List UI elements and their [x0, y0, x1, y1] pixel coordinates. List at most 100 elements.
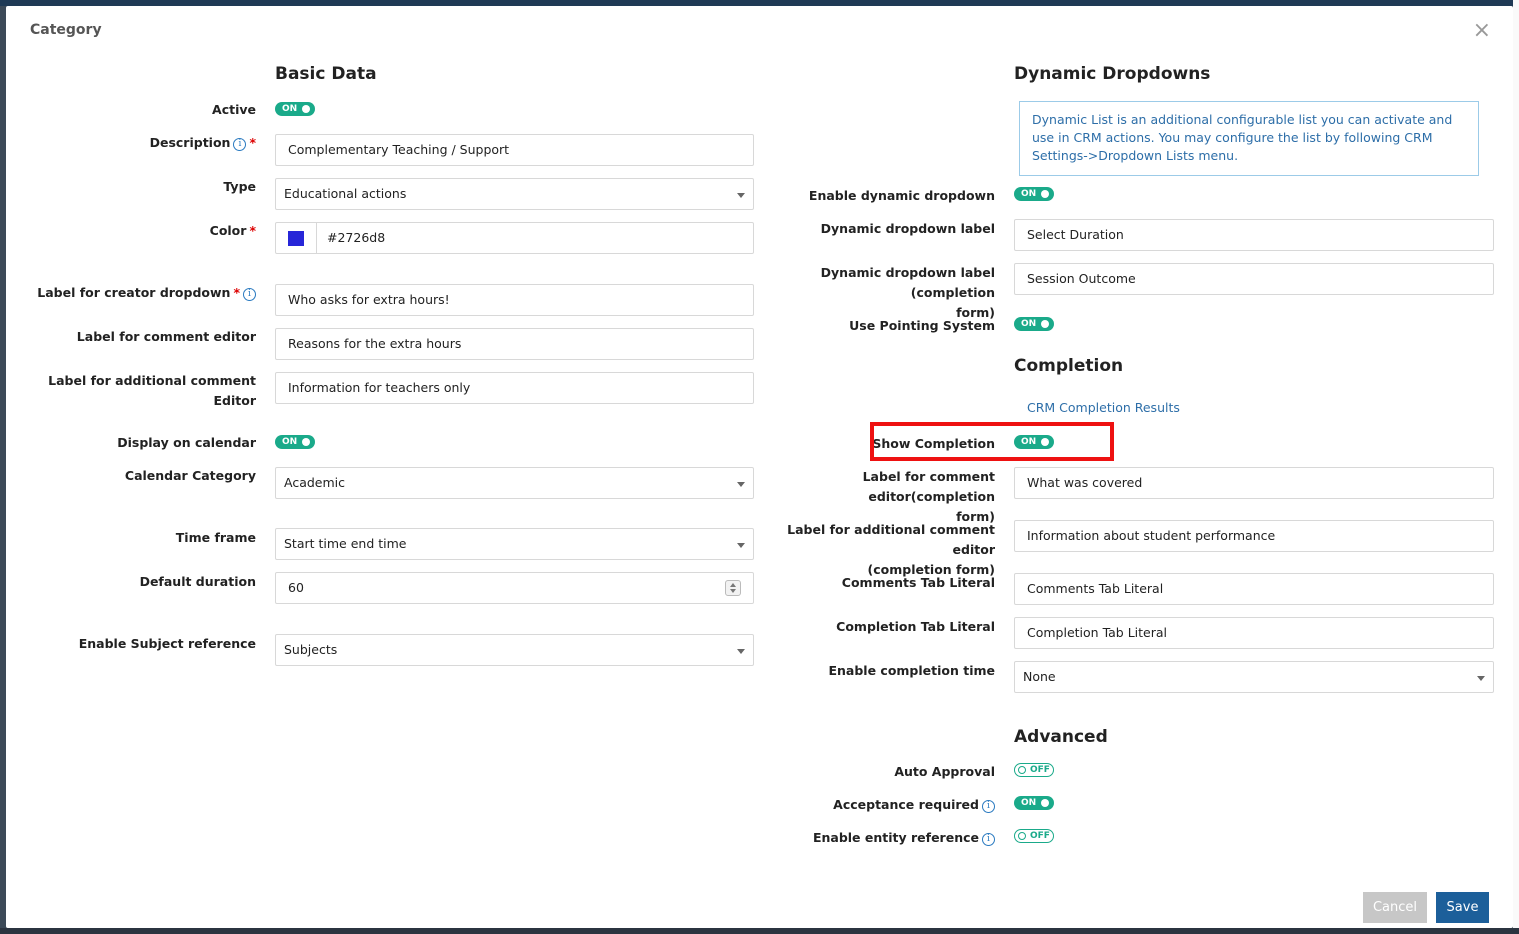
auto-approval-label: Auto Approval — [894, 764, 995, 779]
subject-ref-value: Subjects — [284, 642, 338, 657]
color-input[interactable]: #2726d8 — [275, 222, 754, 254]
comment-editor-input[interactable]: Reasons for the extra hours — [275, 328, 754, 360]
toggle-state-text: OFF — [1030, 765, 1050, 775]
chevron-down-icon — [737, 649, 745, 654]
entity-ref-label-text: Enable entity reference — [812, 830, 979, 845]
time-frame-value: Start time end time — [284, 536, 407, 551]
toggle-knob — [1041, 320, 1049, 328]
toggle-knob — [1041, 190, 1049, 198]
dynamic-label-label: Dynamic dropdown label — [820, 221, 995, 236]
additional-comment-input[interactable]: Information for teachers only — [275, 372, 754, 404]
chevron-down-icon — [1477, 676, 1485, 681]
app-background-bottom — [0, 928, 1519, 934]
chevron-down-icon — [737, 543, 745, 548]
enable-dynamic-label: Enable dynamic dropdown — [808, 188, 995, 203]
acceptance-toggle[interactable]: ON — [1014, 796, 1054, 810]
display-calendar-toggle[interactable]: ON — [275, 435, 315, 449]
toggle-state-text: ON — [1021, 798, 1037, 808]
color-swatch — [288, 231, 304, 246]
type-select[interactable]: Educational actions — [275, 178, 754, 210]
required-asterisk: * — [249, 223, 256, 238]
color-label-text: Color — [209, 223, 247, 238]
cancel-button[interactable]: Cancel — [1363, 892, 1427, 923]
dynamic-completion-label-line1: Dynamic dropdown label (completion — [820, 265, 995, 300]
acceptance-label: Acceptance required i — [766, 795, 995, 815]
color-label: Color * — [26, 221, 256, 241]
toggle-knob — [1041, 799, 1049, 807]
toggle-state-text: ON — [282, 437, 298, 447]
dynamic-dropdowns-title: Dynamic Dropdowns — [1014, 64, 1211, 84]
description-label: Description i * — [26, 133, 256, 153]
basic-data-title: Basic Data — [275, 64, 377, 84]
completion-additional-input[interactable]: Information about student performance — [1014, 520, 1494, 552]
completion-tab-label: Completion Tab Literal — [836, 619, 995, 634]
type-label: Type — [223, 179, 256, 194]
type-select-value: Educational actions — [284, 186, 407, 201]
dynamic-completion-input[interactable]: Session Outcome — [1014, 263, 1494, 295]
required-asterisk: * — [249, 135, 256, 150]
completion-tab-input[interactable]: Completion Tab Literal — [1014, 617, 1494, 649]
completion-results-link[interactable]: CRM Completion Results — [1027, 400, 1180, 415]
close-icon[interactable]: × — [1473, 20, 1491, 42]
completion-time-select[interactable]: None — [1014, 661, 1494, 693]
entity-ref-toggle[interactable]: OFF — [1014, 829, 1054, 843]
advanced-title: Advanced — [1014, 727, 1108, 747]
creator-dropdown-label-text: Label for creator dropdown — [37, 285, 231, 300]
toggle-knob — [302, 105, 310, 113]
time-frame-label: Time frame — [175, 530, 256, 545]
toggle-state-text: ON — [282, 104, 298, 114]
category-modal: Category × Basic Data Active ON Descript… — [6, 6, 1513, 928]
toggle-state-text: ON — [1021, 319, 1037, 329]
dynamic-completion-label: Dynamic dropdown label (completion form) — [766, 263, 995, 323]
modal-title: Category — [30, 22, 102, 38]
active-toggle[interactable]: ON — [275, 102, 315, 116]
dynamic-label-input[interactable]: Select Duration — [1014, 219, 1494, 251]
number-spinner-icon[interactable] — [725, 580, 741, 596]
comment-editor-label: Label for comment editor — [76, 329, 256, 344]
default-duration-value: 60 — [288, 580, 304, 595]
creator-dropdown-input[interactable]: Who asks for extra hours! — [275, 284, 754, 316]
calendar-category-select[interactable]: Academic — [275, 467, 754, 499]
comments-tab-input[interactable]: Comments Tab Literal — [1014, 573, 1494, 605]
pointing-system-toggle[interactable]: ON — [1014, 317, 1054, 331]
default-duration-label: Default duration — [139, 574, 256, 589]
subject-ref-label: Enable Subject reference — [78, 636, 256, 651]
info-icon[interactable]: i — [243, 288, 256, 301]
save-button[interactable]: Save — [1436, 892, 1489, 923]
chevron-down-icon — [737, 482, 745, 487]
description-label-text: Description — [149, 135, 231, 150]
completion-comment-label-line1: Label for comment editor(completion — [862, 469, 995, 504]
highlight-box — [870, 422, 1114, 461]
completion-title: Completion — [1014, 356, 1124, 376]
pointing-system-label: Use Pointing System — [849, 318, 995, 333]
info-icon[interactable]: i — [982, 833, 995, 846]
description-input[interactable]: Complementary Teaching / Support — [275, 134, 754, 166]
subject-ref-select[interactable]: Subjects — [275, 634, 754, 666]
comments-tab-label: Comments Tab Literal — [841, 575, 995, 590]
completion-additional-label: Label for additional comment editor (comp… — [766, 520, 995, 580]
color-swatch-button[interactable] — [276, 223, 317, 253]
info-icon[interactable]: i — [982, 800, 995, 813]
enable-dynamic-toggle[interactable]: ON — [1014, 187, 1054, 201]
display-calendar-label: Display on calendar — [117, 435, 256, 450]
toggle-knob — [302, 438, 310, 446]
time-frame-select[interactable]: Start time end time — [275, 528, 754, 560]
auto-approval-toggle[interactable]: OFF — [1014, 763, 1054, 777]
completion-time-value: None — [1023, 669, 1056, 684]
default-duration-input[interactable]: 60 — [275, 572, 754, 604]
creator-dropdown-label: Label for creator dropdown * i — [26, 283, 256, 303]
chevron-down-icon — [737, 193, 745, 198]
completion-comment-input[interactable]: What was covered — [1014, 467, 1494, 499]
completion-comment-label: Label for comment editor(completion form) — [766, 467, 995, 527]
toggle-state-text: ON — [1021, 189, 1037, 199]
additional-comment-label: Label for additional comment Editor — [48, 373, 256, 408]
app-background-right — [1513, 0, 1519, 934]
calendar-category-value: Academic — [284, 475, 346, 490]
toggle-knob — [1018, 832, 1026, 840]
calendar-category-label: Calendar Category — [124, 468, 256, 483]
toggle-state-text: OFF — [1030, 831, 1050, 841]
info-icon[interactable]: i — [233, 138, 247, 151]
acceptance-label-text: Acceptance required — [833, 797, 979, 812]
entity-ref-label: Enable entity reference i — [766, 828, 995, 848]
required-asterisk: * — [233, 285, 240, 300]
